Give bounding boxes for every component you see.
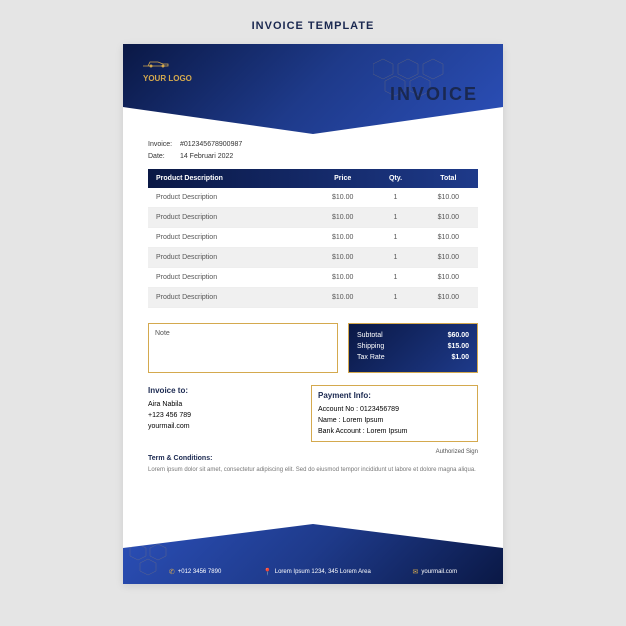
- table-row: Product Description$10.001$10.00: [148, 268, 478, 288]
- invoice-number: #012345678900987: [180, 141, 242, 148]
- cell-desc: Product Description: [148, 208, 313, 228]
- shipping-label: Shipping: [357, 343, 384, 350]
- subtotal-value: $60.00: [448, 332, 469, 339]
- email-icon: ✉: [413, 568, 419, 576]
- header-price: Price: [313, 169, 372, 188]
- date-label: Date:: [148, 151, 178, 163]
- cell-total: $10.00: [419, 228, 478, 248]
- invoice-card: YOUR LOGO INVOICE Invoice: #012345678900…: [123, 44, 503, 584]
- cell-desc: Product Description: [148, 248, 313, 268]
- subtotal-label: Subtotal: [357, 332, 383, 339]
- cell-price: $10.00: [313, 188, 372, 208]
- cell-total: $10.00: [419, 188, 478, 208]
- tax-value: $1.00: [451, 354, 469, 361]
- cell-qty: 1: [372, 228, 418, 248]
- footer-contact: ✆ +012 3456 7890 📍 Lorem Ipsum 1234, 345…: [148, 568, 478, 576]
- footer-address-text: Lorem Ipsum 1234, 345 Lorem Area: [275, 569, 371, 575]
- account-value: 0123456789: [360, 406, 399, 413]
- payment-name-value: Lorem Ipsum: [343, 417, 384, 424]
- footer-email: ✉ yourmail.com: [413, 568, 458, 576]
- cell-desc: Product Description: [148, 288, 313, 308]
- cell-price: $10.00: [313, 268, 372, 288]
- cell-qty: 1: [372, 248, 418, 268]
- cell-total: $10.00: [419, 248, 478, 268]
- invoice-number-label: Invoice:: [148, 139, 178, 151]
- table-row: Product Description$10.001$10.00: [148, 228, 478, 248]
- logo-text: YOUR LOGO: [143, 74, 192, 83]
- cell-total: $10.00: [419, 288, 478, 308]
- table-row: Product Description$10.001$10.00: [148, 288, 478, 308]
- cell-desc: Product Description: [148, 228, 313, 248]
- products-table: Product Description Price Qty. Total Pro…: [148, 169, 478, 308]
- note-label: Note: [155, 330, 170, 337]
- cell-total: $10.00: [419, 208, 478, 228]
- recipient-phone: +123 456 789: [148, 410, 301, 421]
- terms-heading: Term & Conditions:: [148, 454, 478, 463]
- cell-price: $10.00: [313, 288, 372, 308]
- payment-heading: Payment Info:: [318, 390, 471, 401]
- cell-desc: Product Description: [148, 268, 313, 288]
- bank-label: Bank Account: [318, 428, 361, 435]
- cell-total: $10.00: [419, 268, 478, 288]
- tax-label: Tax Rate: [357, 354, 385, 361]
- cell-qty: 1: [372, 208, 418, 228]
- header-qty: Qty.: [372, 169, 418, 188]
- date-value: 14 Februari 2022: [180, 153, 233, 160]
- cell-qty: 1: [372, 268, 418, 288]
- phone-icon: ✆: [169, 568, 175, 576]
- table-row: Product Description$10.001$10.00: [148, 248, 478, 268]
- cell-qty: 1: [372, 288, 418, 308]
- table-row: Product Description$10.001$10.00: [148, 188, 478, 208]
- logo: YOUR LOGO: [143, 59, 192, 83]
- page-title: INVOICE TEMPLATE: [252, 20, 375, 32]
- cell-price: $10.00: [313, 228, 372, 248]
- account-label: Account No: [318, 406, 354, 413]
- table-row: Product Description$10.001$10.00: [148, 208, 478, 228]
- invoice-title: INVOICE: [390, 84, 478, 105]
- invoice-meta: Invoice: #012345678900987 Date: 14 Febru…: [148, 139, 242, 163]
- recipient-email: yourmail.com: [148, 421, 301, 432]
- terms-block: Term & Conditions: Lorem ipsum dolor sit…: [148, 454, 478, 475]
- cell-desc: Product Description: [148, 188, 313, 208]
- cell-price: $10.00: [313, 248, 372, 268]
- car-icon: [143, 59, 192, 72]
- summary-box: Subtotal $60.00 Shipping $15.00 Tax Rate $1…: [348, 323, 478, 373]
- footer-phone: ✆ +012 3456 7890: [169, 568, 221, 576]
- payment-info-block: Payment Info: Account No : 0123456789 Na…: [311, 385, 478, 442]
- invoice-to-block: Invoice to: Aira Nabila +123 456 789 you…: [148, 385, 301, 442]
- recipient-name: Aira Nabila: [148, 399, 301, 410]
- note-box: Note: [148, 323, 338, 373]
- location-icon: 📍: [263, 568, 272, 576]
- invoice-to-heading: Invoice to:: [148, 385, 301, 396]
- header-desc: Product Description: [148, 169, 313, 188]
- footer-email-text: yourmail.com: [421, 569, 457, 575]
- footer-phone-text: +012 3456 7890: [178, 569, 222, 575]
- cell-price: $10.00: [313, 208, 372, 228]
- authorized-sign: Authorized Sign: [436, 449, 478, 455]
- footer-address: 📍 Lorem Ipsum 1234, 345 Lorem Area: [263, 568, 371, 576]
- terms-body: Lorem ipsum dolor sit amet, consectetur …: [148, 466, 478, 475]
- cell-qty: 1: [372, 188, 418, 208]
- shipping-value: $15.00: [448, 343, 469, 350]
- bank-value: Lorem Ipsum: [367, 428, 408, 435]
- payment-name-label: Name: [318, 417, 337, 424]
- header-total: Total: [419, 169, 478, 188]
